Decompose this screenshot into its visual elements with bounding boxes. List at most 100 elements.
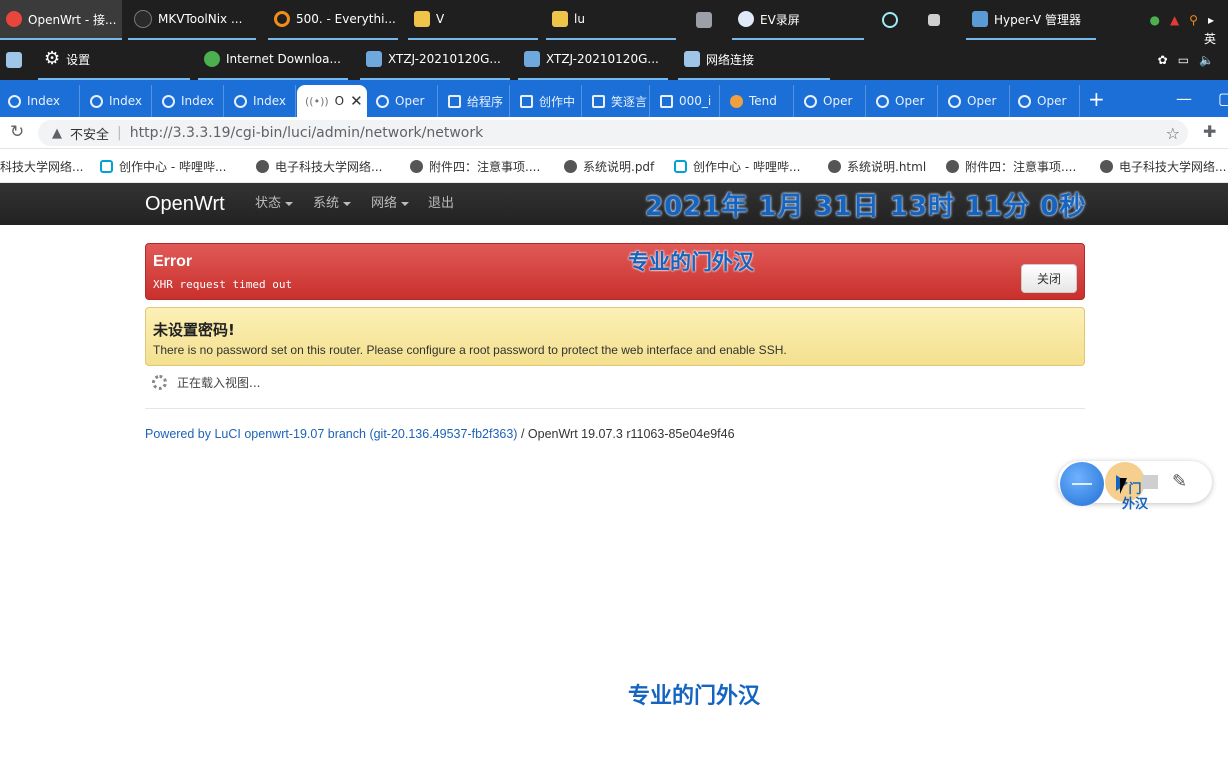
tab-bilibili[interactable]: 创作中: [512, 85, 582, 117]
tab-index-1[interactable]: Index: [0, 85, 80, 117]
folder-icon: [552, 11, 568, 27]
bookmark-item[interactable]: 科技大学网络...: [0, 149, 83, 182]
tab-program[interactable]: 给程序: [440, 85, 510, 117]
tab-openwrt-4[interactable]: Oper: [940, 85, 1010, 117]
close-button[interactable]: 关闭: [1021, 264, 1077, 293]
browser-tab-strip: Index Index Index Index ((•)) O ✕ Oper 给…: [0, 80, 1228, 117]
tab-index-2[interactable]: Index: [82, 85, 152, 117]
warning-triangle-icon[interactable]: ▲: [52, 126, 62, 141]
taskbar-item-network-drive[interactable]: [0, 40, 24, 80]
taskbar-item-ev-recorder[interactable]: EV录屏: [732, 0, 864, 40]
tab-index-3[interactable]: Index: [154, 85, 224, 117]
globe-icon: [828, 159, 841, 173]
maximize-icon[interactable]: ▢: [1218, 80, 1228, 117]
warning-message: There is no password set on this router.…: [153, 343, 787, 357]
tab-openwrt-active[interactable]: ((•)) O ✕: [297, 85, 367, 117]
volume-icon[interactable]: 🔈: [1199, 53, 1214, 67]
tray-gear-icon[interactable]: ✿: [1158, 53, 1168, 67]
taskbar-item-mkvtoolnix[interactable]: MKVToolNix ...: [128, 0, 256, 40]
bookmark-item[interactable]: 创作中心 - 哔哩哔...: [100, 149, 226, 182]
taskbar-item-electron[interactable]: [876, 0, 910, 40]
loading-indicator: 正在载入视图...: [152, 372, 260, 392]
bookmark-item[interactable]: 电子科技大学网络...: [256, 149, 382, 182]
tray-app-icon[interactable]: ▲: [1170, 13, 1179, 27]
taskbar-item-openwrt[interactable]: OpenWrt - 接...: [0, 0, 122, 40]
tab-tenda[interactable]: Tend: [722, 85, 794, 117]
tenda-icon: [730, 94, 743, 108]
loading-text: 正在载入视图...: [177, 375, 261, 390]
nav-network[interactable]: 网络: [371, 183, 410, 225]
tray-search-icon[interactable]: ⚲: [1189, 13, 1198, 27]
everything-search-icon: [274, 11, 290, 27]
tab-baidu[interactable]: 000_i: [652, 85, 720, 117]
video-datetime-overlay: 2021年 1月 31日 13时 11分 0秒: [645, 192, 1087, 222]
taskbar-item-remote-1[interactable]: XTZJ-20210120G...: [360, 40, 510, 80]
omnibox[interactable]: ▲ 不安全 | http://3.3.3.19/cgi-bin/luci/adm…: [38, 120, 1188, 146]
tray-app-icon[interactable]: ●: [1149, 13, 1159, 27]
nav-system[interactable]: 系统: [313, 183, 352, 225]
taskbar-item-hyperv[interactable]: Hyper-V 管理器: [966, 0, 1096, 40]
tray-arrow-icon[interactable]: ▸: [1208, 13, 1214, 27]
url-text[interactable]: http://3.3.3.19/cgi-bin/luci/admin/netwo…: [130, 125, 483, 141]
taskbar-item-folder-v[interactable]: V: [408, 0, 538, 40]
brand-logo[interactable]: OpenWrt: [145, 183, 225, 225]
bookmark-item[interactable]: 附件四：注意事项....: [946, 149, 1076, 182]
bookmark-item[interactable]: 电子科技大学网络...: [1100, 149, 1226, 182]
tab-favicon-icon: [1018, 94, 1031, 108]
nav-status[interactable]: 状态: [255, 183, 294, 225]
tab-favicon-icon: [90, 94, 103, 108]
remote-desktop-icon: [366, 51, 382, 67]
tab-favicon-icon: [162, 94, 175, 108]
electron-icon: [882, 12, 898, 28]
hyperv-icon: [972, 11, 988, 27]
taskbar-item-idm[interactable]: Internet Downloa...: [198, 40, 348, 80]
network-connections-icon: [684, 51, 700, 67]
globe-icon: [946, 159, 959, 173]
tab-favicon-icon: [234, 94, 247, 108]
extensions-puzzle-icon[interactable]: ✚: [1203, 122, 1216, 141]
spinner-icon: [152, 374, 167, 390]
minimize-icon[interactable]: —: [1176, 80, 1192, 117]
tab-openwrt-2[interactable]: Oper: [796, 85, 866, 117]
bookmark-item[interactable]: 附件四：注意事项....: [410, 149, 540, 182]
warning-title: 未设置密码!: [153, 321, 235, 339]
reload-icon[interactable]: ↻: [10, 122, 24, 142]
remote-desktop-icon: [524, 51, 540, 67]
bookmark-item[interactable]: 创作中心 - 哔哩哔...: [674, 149, 800, 182]
caret-down-icon: [401, 201, 410, 206]
wifi-favicon-icon: ((•)): [305, 94, 329, 108]
error-message: XHR request timed out: [153, 278, 293, 291]
tab-favicon-icon: [948, 94, 961, 108]
tab-index-4[interactable]: Index: [226, 85, 296, 117]
bilibili-icon: [674, 159, 687, 173]
taskbar-item-network-connections[interactable]: 网络连接: [678, 40, 830, 80]
tab-openwrt-5[interactable]: Oper: [1010, 85, 1080, 117]
tray-network-icon[interactable]: ▭: [1178, 53, 1189, 67]
tab-openwrt[interactable]: Oper: [368, 85, 438, 117]
globe-icon: [1100, 159, 1113, 173]
security-label[interactable]: 不安全: [70, 124, 109, 143]
tab-favicon-icon: [804, 94, 817, 108]
tab-bilibili-2[interactable]: 笑逐言: [584, 85, 650, 117]
globe-icon: [564, 159, 577, 173]
luci-link[interactable]: Powered by LuCI openwrt-19.07 branch (gi…: [145, 427, 517, 441]
taskbar-item-everything[interactable]: 500. - Everythi...: [268, 0, 398, 40]
tab-favicon-icon: [448, 94, 461, 108]
bookmark-item[interactable]: 系统说明.pdf: [564, 149, 654, 182]
bookmarks-bar: 科技大学网络... 创作中心 - 哔哩哔... 电子科技大学网络... 附件四：…: [0, 149, 1228, 183]
ime-indicator[interactable]: 英: [1204, 30, 1216, 47]
taskbar-item-explorer[interactable]: [922, 0, 956, 40]
pen-icon[interactable]: ✎: [1172, 471, 1187, 492]
star-bookmark-icon[interactable]: ☆: [1166, 124, 1180, 143]
taskbar-item-settings[interactable]: ⚙ 设置: [38, 40, 190, 80]
bilibili-icon: [592, 94, 605, 108]
recorder-ball-icon[interactable]: [1060, 462, 1104, 506]
tab-openwrt-3[interactable]: Oper: [868, 85, 938, 117]
taskbar-item-folder-lu[interactable]: lu: [546, 0, 676, 40]
bookmark-item[interactable]: 系统说明.html: [828, 149, 926, 182]
taskbar-item-network[interactable]: [690, 0, 724, 40]
nav-logout[interactable]: 退出: [428, 183, 454, 225]
new-tab-button[interactable]: +: [1088, 80, 1105, 117]
taskbar-item-remote-2[interactable]: XTZJ-20210120G...: [518, 40, 668, 80]
close-tab-icon[interactable]: ✕: [350, 92, 363, 110]
